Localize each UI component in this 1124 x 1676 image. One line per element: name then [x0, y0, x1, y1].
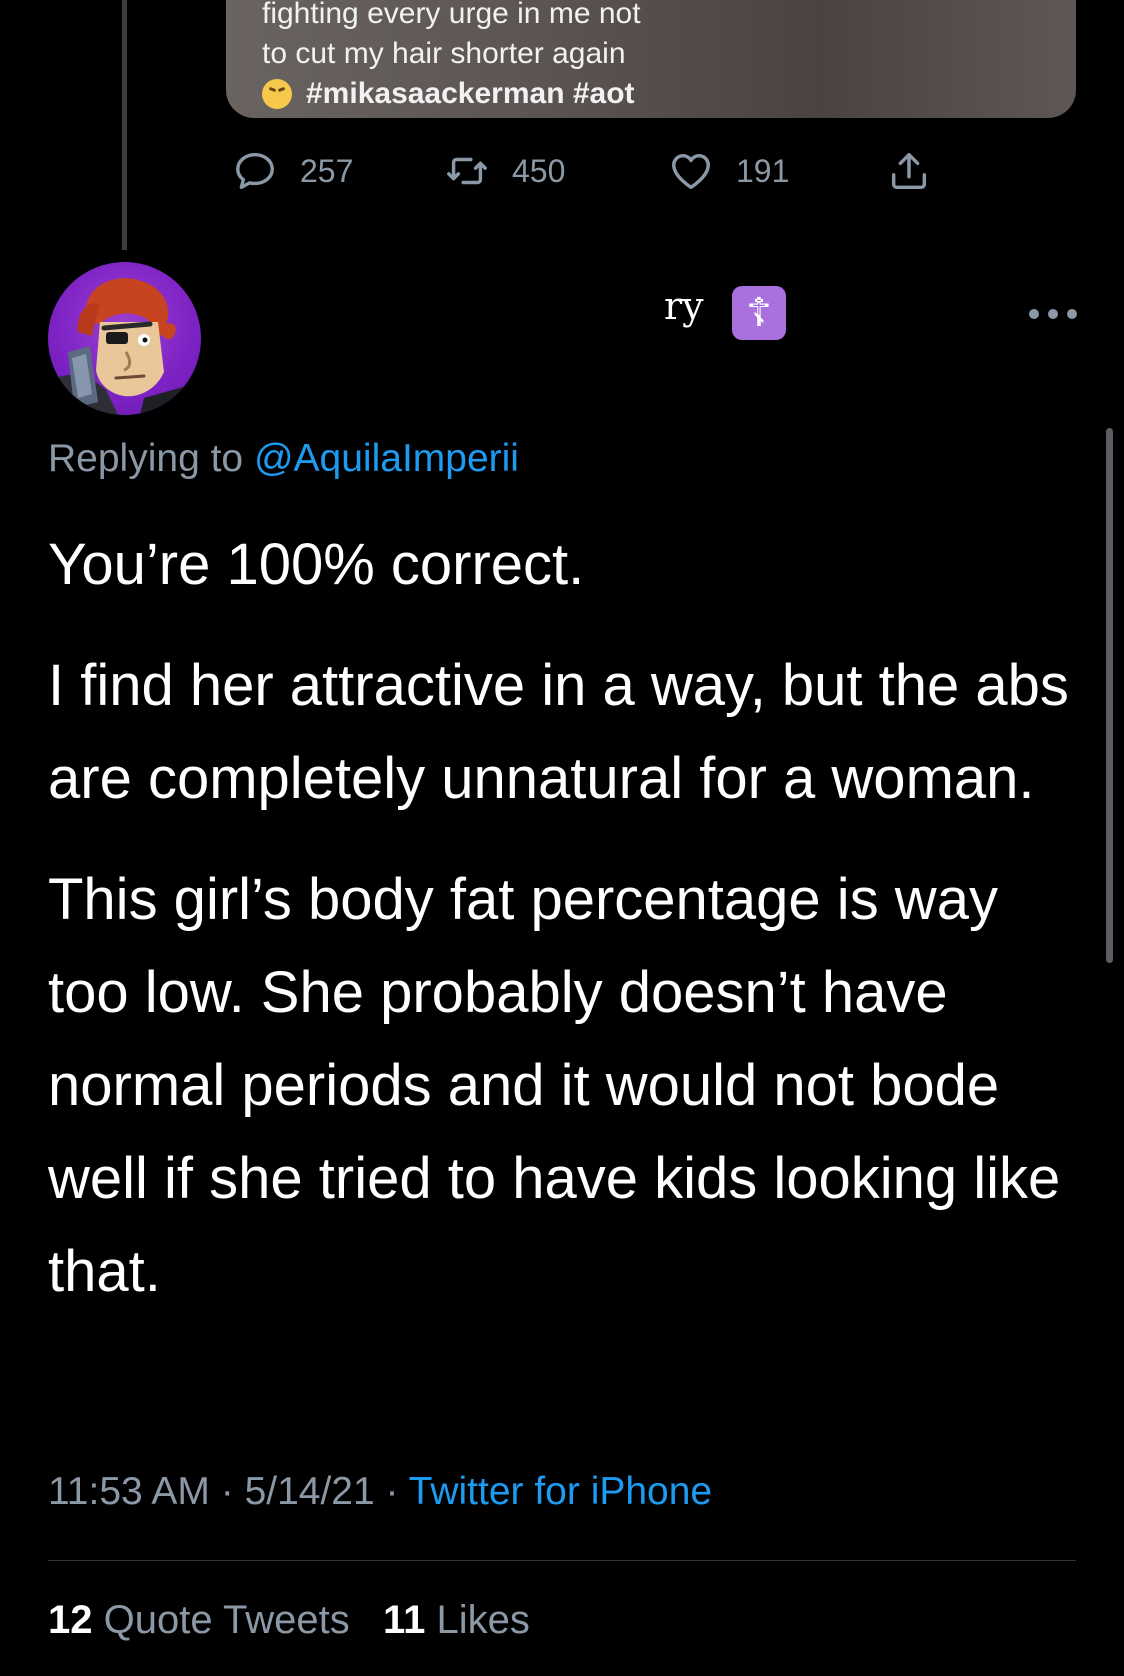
- retweet-button[interactable]: 450: [444, 148, 565, 194]
- likes-label: Likes: [425, 1598, 530, 1642]
- likes-link[interactable]: 11 Likes: [383, 1598, 530, 1642]
- like-button[interactable]: 191: [668, 148, 789, 194]
- tweet-date: 5/14/21: [244, 1470, 375, 1513]
- reply-button[interactable]: 257: [232, 148, 353, 194]
- heart-icon: [672, 153, 710, 190]
- reply-count: 257: [300, 152, 354, 189]
- avatar[interactable]: [48, 262, 201, 415]
- tweet-paragraph-3: This girl’s body fat percentage is way t…: [48, 867, 1061, 1304]
- quoted-caption-line-3: #mikasaackerman #aot: [262, 74, 635, 114]
- reply-icon: [236, 152, 274, 190]
- quoted-hashtags: #mikasaackerman #aot: [306, 77, 635, 110]
- scrollbar[interactable]: [1106, 428, 1113, 963]
- replying-to-label: Replying to: [48, 437, 254, 480]
- share-button[interactable]: [886, 148, 954, 194]
- meta-separator: ·: [209, 1470, 245, 1513]
- share-icon: [891, 152, 927, 190]
- avatar-cartoon-image: [48, 278, 201, 415]
- quote-tweets-count: 12: [48, 1598, 93, 1642]
- tweet-stats: 12 Quote Tweets 11 Likes: [48, 1598, 530, 1643]
- tweet-metadata: 11:53 AM · 5/14/21 · Twitter for iPhone: [48, 1470, 712, 1514]
- tweet-time: 11:53 AM: [48, 1470, 210, 1513]
- mention-link[interactable]: @AquilaImperii: [254, 437, 519, 480]
- tweet-paragraph-1: You’re 100% correct.: [48, 532, 585, 597]
- like-count: 191: [736, 152, 790, 189]
- divider: [48, 1560, 1076, 1561]
- tweet-text: You’re 100% correct. I find her attracti…: [48, 518, 1088, 1318]
- retweet-count: 450: [512, 152, 566, 189]
- likes-count: 11: [383, 1598, 426, 1642]
- orthodox-cross-emoji-icon: ☦: [732, 286, 786, 340]
- quoted-caption-line-2: to cut my hair shorter again: [262, 37, 626, 70]
- tweet-paragraph-2: I find her attractive in a way, but the …: [48, 653, 1069, 811]
- quoted-view-count: 6463: [976, 0, 1038, 4]
- quote-tweets-label: Quote Tweets: [92, 1598, 350, 1642]
- thread-connector-line: [122, 0, 127, 250]
- display-name[interactable]: ry: [664, 284, 704, 328]
- confounded-face-emoji-icon: [262, 79, 292, 109]
- quoted-caption-line-1: fighting every urge in me not: [262, 0, 641, 30]
- replying-to-line: Replying to @AquilaImperii: [48, 437, 519, 481]
- retweet-icon: [447, 157, 487, 185]
- quoted-tweet-media[interactable]: 6463 fighting every urge in me not to cu…: [226, 0, 1076, 118]
- meta-separator: ·: [374, 1470, 409, 1513]
- more-options-icon[interactable]: [1028, 308, 1078, 320]
- quote-tweets-link[interactable]: 12 Quote Tweets: [48, 1598, 350, 1642]
- tweet-client-link[interactable]: Twitter for iPhone: [409, 1470, 712, 1513]
